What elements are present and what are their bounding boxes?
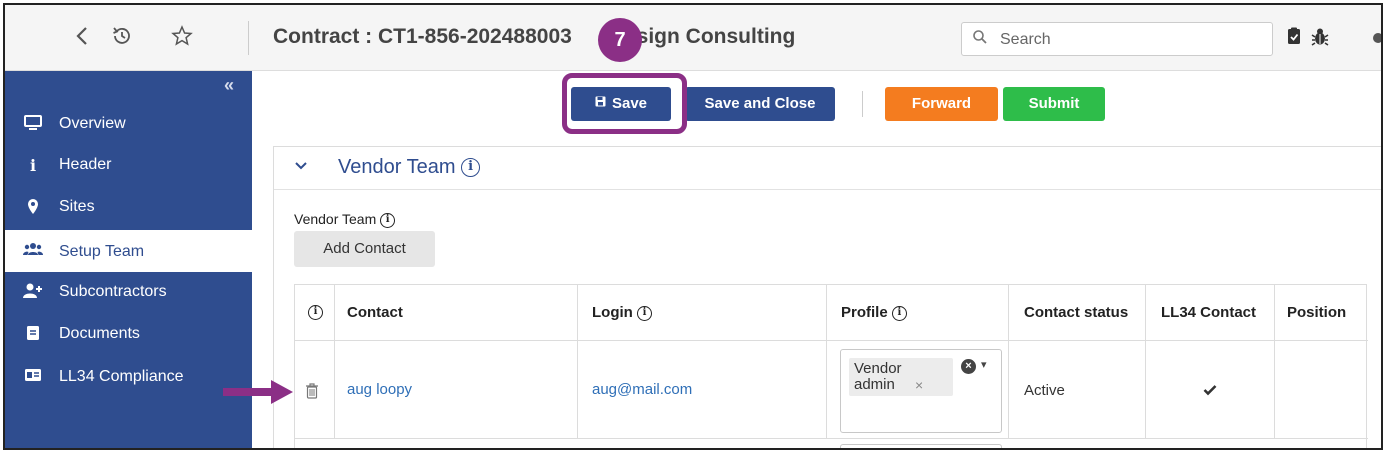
save-highlight-box — [562, 73, 687, 134]
clipboard-check-icon[interactable] — [1287, 27, 1305, 47]
login-header-text: Login — [592, 304, 633, 321]
collapse-sidebar-icon[interactable]: « — [224, 75, 234, 96]
document-icon — [23, 325, 43, 346]
login-link[interactable]: aug@mail.com — [592, 381, 692, 398]
sidebar-item-label: Sites — [59, 198, 95, 215]
column-header-label: Contact status — [1024, 304, 1129, 321]
sidebar: « Overview i Header Sites Setup Team Sub… — [5, 71, 252, 448]
sidebar-item-header[interactable]: i Header — [5, 147, 252, 183]
chevron-left-icon[interactable] — [68, 25, 96, 53]
sidebar-item-subcontractors[interactable]: Subcontractors — [5, 274, 252, 310]
toolbar-divider — [248, 21, 249, 55]
info-icon: i — [29, 156, 37, 175]
sidebar-item-label: Documents — [59, 325, 140, 342]
users-icon — [23, 242, 43, 261]
info-icon[interactable]: i — [891, 305, 907, 321]
vendor-team-label-text: Vendor Team — [294, 211, 377, 227]
profile-select[interactable]: Vendor admin × × ▾ — [840, 349, 1002, 433]
section-title-text: Vendor Team — [338, 156, 456, 178]
annotation-arrow-icon — [223, 380, 293, 404]
chevron-down-icon[interactable] — [294, 158, 308, 175]
bug-icon[interactable] — [1310, 27, 1329, 47]
column-header-label: LL34 Contact — [1161, 304, 1257, 321]
search-input[interactable]: Search — [961, 22, 1273, 56]
page-title: Contract : CT1-856-202488003 Design Consu… — [273, 25, 795, 49]
profile-chip-text: Vendor admin — [854, 361, 902, 393]
info-icon[interactable]: i — [380, 212, 396, 228]
table-cell-profile: Vendor admin × × ▾ — [827, 341, 1009, 439]
top-bar: Contract : CT1-856-202488003 Design Consu… — [5, 5, 1381, 71]
sidebar-item-label: Header — [59, 156, 112, 173]
add-contact-button[interactable]: Add Contact — [294, 231, 435, 267]
history-icon[interactable] — [108, 25, 136, 53]
column-header-ll34-contact[interactable]: LL34 Contact — [1146, 285, 1275, 341]
sidebar-item-label: Setup Team — [59, 243, 145, 260]
remove-chip-icon[interactable]: × — [915, 377, 923, 393]
user-plus-icon — [23, 283, 43, 304]
clear-icon[interactable]: × — [961, 359, 976, 374]
sidebar-item-documents[interactable]: Documents — [5, 316, 252, 352]
caret-down-icon[interactable]: ▾ — [981, 358, 987, 371]
more-icon[interactable] — [1373, 33, 1381, 43]
step-badge: 7 — [598, 18, 642, 62]
info-icon[interactable]: i — [637, 305, 652, 321]
map-pin-icon — [23, 198, 43, 220]
column-header-profile[interactable]: Profile i — [827, 285, 1009, 341]
vendor-team-panel: Vendor Team i Vendor Team i Add Contact … — [273, 146, 1381, 448]
sidebar-item-setup-team[interactable]: Setup Team — [5, 230, 252, 272]
profile-header-text: Profile — [841, 304, 888, 321]
action-divider — [862, 91, 863, 117]
column-header-label: Position — [1287, 304, 1347, 321]
app-window: Contract : CT1-856-202488003 Design Consu… — [3, 3, 1383, 450]
section-title: Vendor Team i — [338, 156, 481, 179]
checkmark-icon[interactable] — [1203, 383, 1217, 400]
table-cell-contact: aug loopy — [335, 341, 578, 439]
search-placeholder: Search — [1000, 31, 1051, 48]
monitor-icon — [23, 115, 43, 136]
profile-select[interactable] — [840, 444, 1002, 448]
status-text: Active — [1024, 382, 1065, 399]
info-icon[interactable]: i — [461, 158, 481, 178]
table-cell-ll34 — [1146, 341, 1275, 439]
table-cell-delete — [295, 341, 335, 439]
info-icon[interactable]: i — [308, 305, 323, 320]
column-header-label: Contact — [347, 304, 403, 321]
search-icon — [972, 29, 988, 50]
contract-title: Contract : CT1-856-202488003 — [273, 25, 572, 48]
sidebar-item-label: Overview — [59, 115, 126, 132]
column-header-info: i — [295, 285, 335, 341]
column-header-contact[interactable]: Contact — [335, 285, 578, 341]
sidebar-item-sites[interactable]: Sites — [5, 189, 252, 225]
sidebar-item-label: LL34 Compliance — [59, 368, 184, 385]
star-icon[interactable] — [168, 25, 196, 53]
table-cell-status: Active — [1009, 341, 1146, 439]
column-header-contact-status[interactable]: Contact status — [1009, 285, 1146, 341]
vendor-team-header[interactable]: Vendor Team i — [274, 147, 1381, 190]
table-cell-position — [1275, 341, 1368, 439]
id-card-icon — [23, 368, 43, 387]
profile-line2: admin — [854, 376, 895, 393]
save-and-close-button[interactable]: Save and Close — [685, 87, 835, 121]
sidebar-item-overview[interactable]: Overview — [5, 106, 252, 142]
column-header-login[interactable]: Login i — [578, 285, 827, 341]
sidebar-item-label: Subcontractors — [59, 283, 167, 300]
profile-chip: Vendor admin × — [849, 358, 953, 396]
forward-button[interactable]: Forward — [885, 87, 998, 121]
vendor-team-label: Vendor Team i — [294, 211, 396, 228]
sidebar-item-ll34-compliance[interactable]: LL34 Compliance — [5, 359, 252, 395]
contact-link[interactable]: aug loopy — [347, 381, 412, 398]
table-cell-login: aug@mail.com — [578, 341, 827, 439]
column-header-label: Login i — [592, 304, 652, 321]
submit-button[interactable]: Submit — [1003, 87, 1105, 121]
table-row — [295, 440, 1368, 448]
column-header-position[interactable]: Position — [1275, 285, 1368, 341]
contacts-table: i Contact Login i Profile i Contact stat… — [294, 284, 1368, 448]
profile-line1: Vendor — [854, 360, 902, 377]
column-header-label: Profile i — [841, 304, 907, 321]
trash-icon[interactable] — [305, 383, 319, 403]
